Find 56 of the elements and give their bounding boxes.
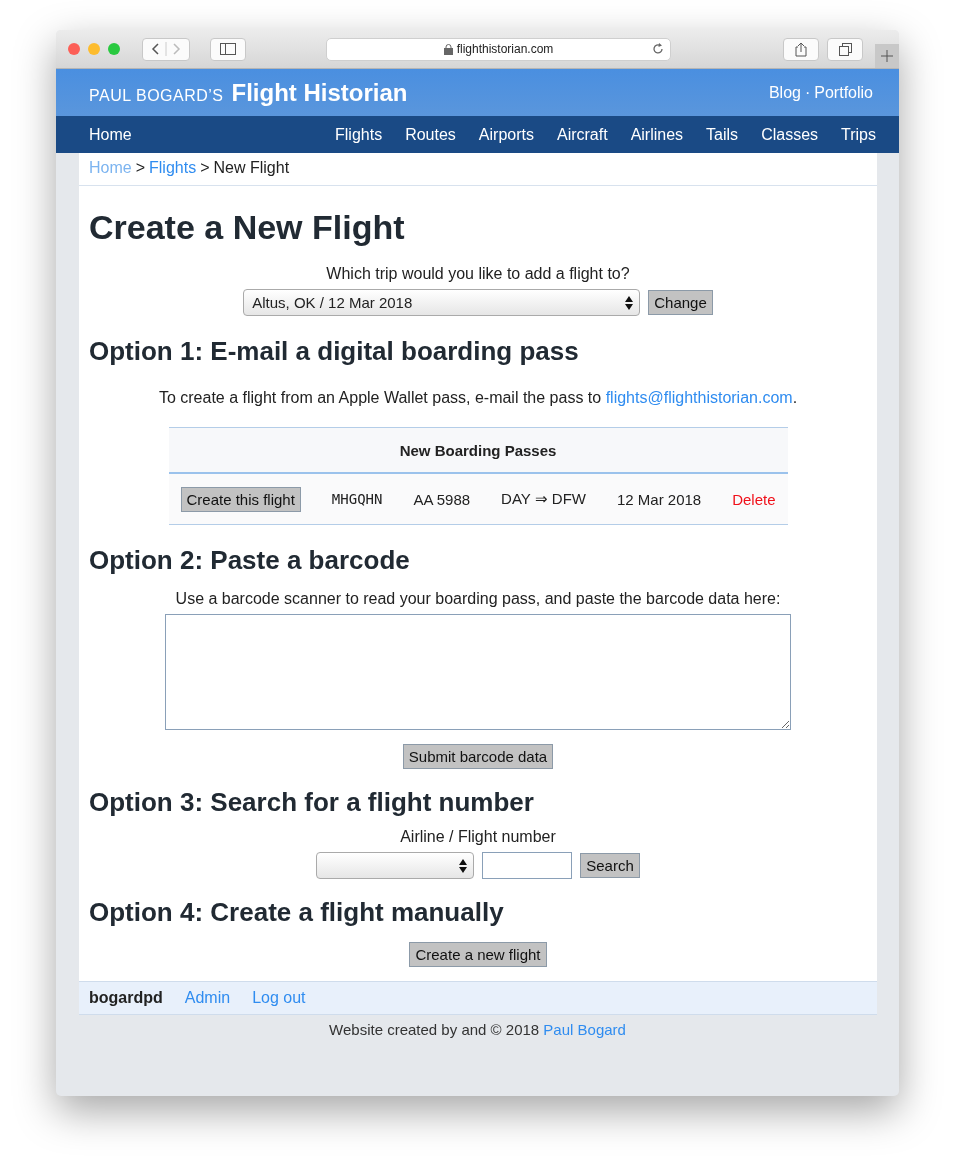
- sidebar-icon[interactable]: [210, 37, 246, 61]
- address-bar[interactable]: flighthistorian.com: [326, 37, 671, 61]
- breadcrumb-current: New Flight: [213, 159, 290, 178]
- flight-number-field[interactable]: [482, 852, 573, 879]
- site-title: Flight Historian: [231, 78, 408, 107]
- lock-icon: [443, 43, 453, 55]
- breadcrumb-separator: >: [200, 159, 210, 178]
- nav-link[interactable]: Airlines: [630, 125, 684, 144]
- tabs-icon[interactable]: [827, 37, 863, 61]
- share-icon[interactable]: [783, 37, 819, 61]
- reload-icon[interactable]: [652, 43, 664, 55]
- search-button[interactable]: Search: [580, 853, 640, 878]
- nav-link[interactable]: Tails: [706, 125, 739, 144]
- trip-prompt: Which trip would you like to add a flight to?: [326, 265, 630, 283]
- plus-icon: [881, 50, 893, 62]
- nav-link[interactable]: Trips: [841, 125, 876, 144]
- page-title: Create a New Flight: [89, 208, 406, 247]
- email-link[interactable]: flights@flighthistorian.com: [605, 389, 793, 406]
- dropdown-arrows-icon: [459, 858, 468, 873]
- table-title: New Boarding Passes: [168, 428, 788, 474]
- nav-link[interactable]: Aircraft: [556, 125, 608, 144]
- brand-owner: PAUL BOGARD’S: [89, 86, 224, 105]
- nav-link[interactable]: Home: [89, 125, 132, 144]
- separator: ·: [804, 83, 811, 102]
- back-forward-buttons[interactable]: [142, 37, 190, 61]
- trip-select[interactable]: Altus, OK / 12 Mar 2018: [243, 289, 641, 316]
- confirmation-code: MHGQHN: [331, 491, 383, 507]
- section-heading: Option 2: Paste a barcode: [89, 545, 411, 576]
- new-tab-button[interactable]: [875, 44, 899, 68]
- nav-link[interactable]: Routes: [405, 125, 456, 144]
- nav-link[interactable]: Flights: [335, 125, 383, 144]
- minimize-icon[interactable]: [88, 43, 100, 55]
- username: bogardpd: [89, 989, 163, 1007]
- close-icon[interactable]: [68, 43, 80, 55]
- nav-link[interactable]: Airports: [478, 125, 534, 144]
- section-heading: Option 1: E-mail a digital boarding pass: [89, 336, 580, 367]
- delete-link[interactable]: Delete: [732, 490, 776, 508]
- route: DAY ⇒ DFW: [501, 490, 586, 508]
- airline-select[interactable]: [316, 852, 475, 879]
- email-instructions: To create a flight from an Apple Wallet pass, e-mail the pass to flights@flighthistorian.com.: [158, 389, 798, 407]
- section-heading: Option 3: Search for a flight number: [89, 787, 535, 818]
- flight-date: 12 Mar 2018: [616, 490, 702, 508]
- airline-flight-label: Airline / Flight number: [400, 828, 556, 846]
- change-button[interactable]: Change: [648, 290, 713, 315]
- nav-link[interactable]: Classes: [761, 125, 819, 144]
- breadcrumb-separator: >: [135, 159, 146, 178]
- zoom-icon[interactable]: [108, 43, 120, 55]
- dropdown-arrows-icon: [625, 295, 634, 310]
- flight-number: AA 5988: [413, 490, 471, 508]
- submit-barcode-button[interactable]: Submit barcode data: [402, 744, 554, 769]
- section-heading: Option 4: Create a flight manually: [89, 897, 505, 928]
- footer-text: Website created by and © 2018 Paul Bogard: [328, 1020, 627, 1038]
- create-flight-button[interactable]: Create this flight: [180, 486, 301, 512]
- barcode-instructions: Use a barcode scanner to read your boarding pass, and paste the barcode data here:: [175, 590, 781, 608]
- barcode-field[interactable]: [165, 614, 791, 730]
- create-new-flight-button[interactable]: Create a new flight: [409, 942, 547, 967]
